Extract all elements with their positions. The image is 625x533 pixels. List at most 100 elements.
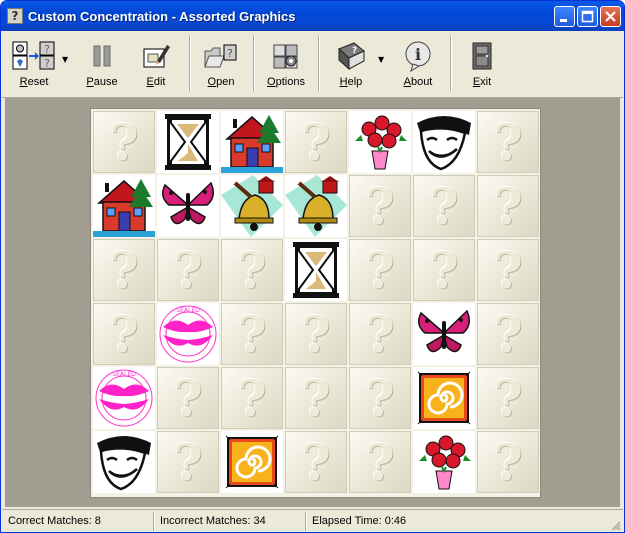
- card-lips[interactable]: SEALED: [93, 367, 155, 429]
- question-mark-icon: ?: [493, 241, 523, 300]
- maximize-button[interactable]: [577, 6, 598, 27]
- roses-icon: [419, 435, 471, 490]
- card-hourglass[interactable]: [285, 239, 347, 301]
- help-button[interactable]: ? Help: [328, 35, 374, 93]
- card-roses[interactable]: [413, 431, 475, 493]
- question-mark-icon: ?: [109, 305, 139, 364]
- card-hidden[interactable]: ?: [221, 303, 283, 365]
- butterfly-icon: [418, 309, 470, 353]
- question-mark-icon: ?: [301, 433, 331, 492]
- question-mark-icon: ?: [237, 369, 267, 428]
- card-house[interactable]: [221, 111, 283, 173]
- edit-button[interactable]: Edit: [134, 35, 178, 93]
- reset-button[interactable]: ? ? Reset: [6, 35, 62, 93]
- spiral-icon: [415, 369, 473, 427]
- pause-label: Pause: [86, 76, 118, 88]
- card-hidden[interactable]: ?: [157, 431, 219, 493]
- bell-icon: [285, 175, 347, 237]
- card-hidden[interactable]: ?: [93, 303, 155, 365]
- svg-text:?: ?: [352, 46, 357, 56]
- about-info-icon: i: [405, 41, 431, 73]
- open-button[interactable]: ? Open: [198, 35, 244, 93]
- incorrect-matches: Incorrect Matches: 34: [160, 515, 266, 527]
- card-butterfly[interactable]: [413, 303, 475, 365]
- card-hidden[interactable]: ?: [477, 367, 539, 429]
- edit-label: Edit: [146, 76, 166, 88]
- card-hidden[interactable]: ?: [93, 239, 155, 301]
- mask-icon: [417, 116, 471, 171]
- question-mark-icon: ?: [365, 241, 395, 300]
- card-hourglass[interactable]: [157, 111, 219, 173]
- help-dropdown-arrow-icon[interactable]: ▼: [378, 55, 384, 64]
- card-mask[interactable]: [93, 431, 155, 493]
- svg-text:?: ?: [227, 47, 233, 60]
- open-label: Open: [207, 76, 235, 88]
- question-mark-icon: ?: [301, 113, 331, 172]
- card-hidden[interactable]: ?: [477, 303, 539, 365]
- exit-label: Exit: [472, 76, 492, 88]
- question-mark-icon: ?: [173, 241, 203, 300]
- question-mark-icon: ?: [429, 241, 459, 300]
- card-hidden[interactable]: ?: [413, 175, 475, 237]
- question-mark-icon: ?: [301, 305, 331, 364]
- card-hidden[interactable]: ?: [157, 239, 219, 301]
- elapsed-time: Elapsed Time: 0:46: [312, 515, 407, 527]
- app-question-icon[interactable]: ?: [7, 8, 23, 24]
- resize-grip-icon[interactable]: [609, 519, 621, 531]
- card-butterfly[interactable]: [157, 175, 219, 237]
- question-mark-icon: ?: [365, 305, 395, 364]
- card-hidden[interactable]: ?: [413, 239, 475, 301]
- card-hidden[interactable]: ?: [477, 111, 539, 173]
- card-hidden[interactable]: ?: [349, 431, 411, 493]
- card-hidden[interactable]: ?: [221, 239, 283, 301]
- about-button[interactable]: i About: [394, 35, 442, 93]
- options-label: Options: [267, 76, 305, 88]
- card-spiral[interactable]: [413, 367, 475, 429]
- options-button[interactable]: Options: [261, 35, 311, 93]
- card-hidden[interactable]: ?: [349, 239, 411, 301]
- title-bar[interactable]: ? Custom Concentration - Assorted Graphi…: [1, 1, 624, 31]
- card-hidden[interactable]: ?: [477, 239, 539, 301]
- exit-door-icon: [472, 42, 492, 70]
- help-label: Help: [339, 76, 363, 88]
- card-hidden[interactable]: ?: [285, 303, 347, 365]
- card-hidden[interactable]: ?: [285, 111, 347, 173]
- question-mark-icon: ?: [365, 369, 395, 428]
- window-title: Custom Concentration - Assorted Graphics: [28, 9, 296, 24]
- house-icon: [221, 115, 283, 173]
- question-mark-icon: ?: [109, 241, 139, 300]
- card-hidden[interactable]: ?: [157, 367, 219, 429]
- maximize-icon: [581, 10, 594, 23]
- card-hidden[interactable]: ?: [93, 111, 155, 173]
- card-hidden[interactable]: ?: [349, 303, 411, 365]
- options-icon: [273, 44, 298, 69]
- open-folder-icon: ?: [204, 44, 237, 68]
- close-icon: [605, 11, 616, 22]
- card-roses[interactable]: [349, 111, 411, 173]
- exit-button[interactable]: Exit: [460, 35, 504, 93]
- minimize-button[interactable]: [554, 6, 575, 27]
- card-hidden[interactable]: ?: [349, 175, 411, 237]
- card-house[interactable]: [93, 175, 155, 237]
- card-hidden[interactable]: ?: [477, 175, 539, 237]
- card-mask[interactable]: [413, 111, 475, 173]
- card-hidden[interactable]: ?: [285, 431, 347, 493]
- card-hidden[interactable]: ?: [477, 431, 539, 493]
- reset-icon: ? ?: [12, 41, 55, 70]
- toolbar-separator: [189, 35, 191, 91]
- pause-button[interactable]: Pause: [80, 35, 124, 93]
- question-mark-icon: ?: [365, 177, 395, 236]
- question-mark-icon: ?: [493, 113, 523, 172]
- question-mark-icon: ?: [429, 177, 459, 236]
- status-divider: [305, 512, 307, 531]
- card-hidden[interactable]: ?: [221, 367, 283, 429]
- close-button[interactable]: [600, 6, 621, 27]
- card-spiral[interactable]: [221, 431, 283, 493]
- svg-text:?: ?: [44, 43, 50, 56]
- card-hidden[interactable]: ?: [349, 367, 411, 429]
- reset-dropdown-arrow-icon[interactable]: ▼: [62, 55, 68, 64]
- card-lips[interactable]: SEALED: [157, 303, 219, 365]
- card-hidden[interactable]: ?: [285, 367, 347, 429]
- card-bell[interactable]: [285, 175, 347, 237]
- card-bell[interactable]: [221, 175, 283, 237]
